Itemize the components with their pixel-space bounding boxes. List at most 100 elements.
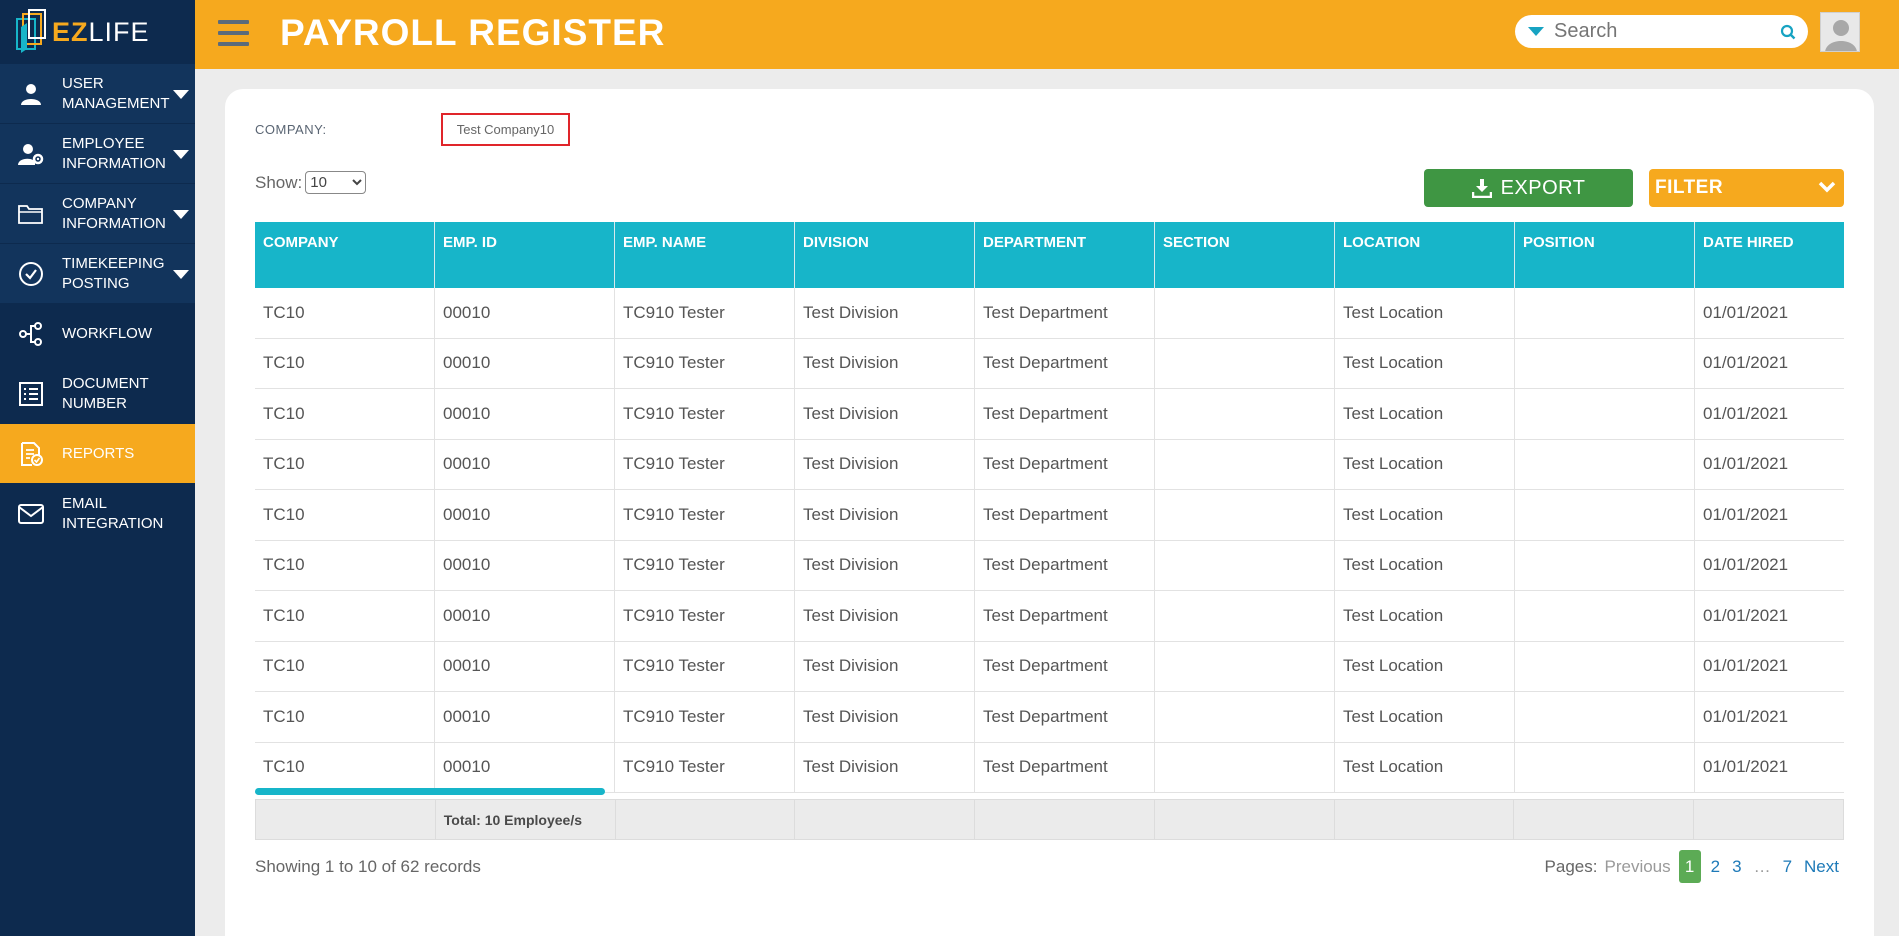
- table-cell: [1155, 641, 1335, 691]
- table-cell: Test Department: [975, 338, 1155, 388]
- table-cell: Test Department: [975, 540, 1155, 590]
- table-cell: Test Department: [975, 641, 1155, 691]
- table-cell: 01/01/2021: [1703, 454, 1789, 474]
- search-icon[interactable]: [1780, 24, 1796, 40]
- folder-icon: [18, 204, 43, 224]
- export-label: EXPORT: [1500, 176, 1586, 199]
- table-cell: TC910 Tester: [615, 692, 795, 742]
- table-cell: Test Division: [795, 641, 975, 691]
- sidebar-item-employee-information[interactable]: EMPLOYEE INFORMATION: [0, 124, 195, 184]
- page-link-2[interactable]: 2: [1711, 857, 1720, 877]
- table-cell: TC10: [255, 692, 435, 742]
- filter-label: FILTER: [1655, 177, 1724, 198]
- footer-cell: [616, 800, 796, 839]
- chevron-down-icon: [173, 210, 189, 219]
- page-link-1[interactable]: 1: [1678, 850, 1701, 883]
- table-cell: TC10: [255, 641, 435, 691]
- table-row[interactable]: TC10 00010 TC910 Tester Test Division Test D…: [255, 288, 1844, 339]
- sidebar-item-document-number[interactable]: DOCUMENT NUMBER: [0, 364, 195, 424]
- chevron-down-icon: [173, 90, 189, 99]
- table-cell: TC910 Tester: [615, 389, 795, 439]
- table-cell: [1515, 288, 1695, 338]
- page-size-select[interactable]: 10: [305, 171, 367, 194]
- footer-cell: [1694, 800, 1843, 839]
- table-cell: Test Department: [975, 591, 1155, 641]
- footer-cell: [1155, 800, 1335, 839]
- table-cell: [1515, 641, 1695, 691]
- sidebar-item-workflow[interactable]: WORKFLOW: [0, 304, 195, 364]
- table-cell: 00010: [435, 288, 615, 338]
- column-header-division[interactable]: DIVISION: [795, 222, 975, 288]
- table-cell: 00010: [435, 439, 615, 489]
- next-page-link[interactable]: Next: [1804, 857, 1839, 877]
- page-link-last[interactable]: 7: [1783, 857, 1792, 877]
- table-cell: [1155, 338, 1335, 388]
- column-header-location[interactable]: LOCATION: [1335, 222, 1515, 288]
- workflow-icon: [19, 321, 42, 346]
- sidebar-item-timekeeping-posting[interactable]: TIMEKEEPING POSTING: [0, 244, 195, 304]
- column-header-company[interactable]: COMPANY: [255, 222, 435, 288]
- table-row[interactable]: TC10 00010 TC910 Tester Test Division Test D…: [255, 540, 1844, 591]
- table-row[interactable]: TC10 00010 TC910 Tester Test Division Test D…: [255, 338, 1844, 389]
- table-cell: Test Location: [1335, 439, 1515, 489]
- column-header-emp-id[interactable]: EMP. ID: [435, 222, 615, 288]
- page-size-control: Show: 10: [255, 171, 367, 194]
- table-cell: Test Division: [795, 288, 975, 338]
- footer-cell: [1335, 800, 1515, 839]
- page-link-3[interactable]: 3: [1732, 857, 1741, 877]
- report-card: COMPANY: Test Company10 Show: 10 EXPORT …: [225, 89, 1874, 936]
- table-row[interactable]: TC10 00010 TC910 Tester Test Division Test D…: [255, 490, 1844, 541]
- sidebar-item-label: COMPANY INFORMATION: [62, 194, 166, 232]
- sidebar-item-company-information[interactable]: COMPANY INFORMATION: [0, 184, 195, 244]
- table-cell: Test Division: [795, 742, 975, 792]
- column-header-date-hired[interactable]: DATE HIRED: [1695, 222, 1844, 288]
- search-dropdown-icon[interactable]: [1528, 27, 1544, 36]
- horizontal-scrollbar[interactable]: [255, 788, 605, 795]
- avatar[interactable]: [1820, 12, 1860, 52]
- table-row[interactable]: TC10 00010 TC910 Tester Test Division Test D…: [255, 591, 1844, 642]
- hamburger-menu-icon[interactable]: [218, 20, 249, 47]
- table-cell: [1155, 692, 1335, 742]
- table-cell: Test Department: [975, 742, 1155, 792]
- document-list-icon: [19, 381, 43, 406]
- table-cell: TC10: [255, 742, 435, 792]
- sidebar-item-reports[interactable]: REPORTS: [0, 424, 195, 484]
- table-cell: 01/01/2021: [1703, 656, 1789, 676]
- table-cell: TC10: [255, 540, 435, 590]
- company-label: COMPANY:: [255, 122, 327, 137]
- table-cell: Test Location: [1335, 338, 1515, 388]
- sidebar-item-user-management[interactable]: USER MANAGEMENT: [0, 64, 195, 124]
- table-cell: TC10: [255, 490, 435, 540]
- logo-mark-icon: [16, 9, 46, 53]
- chevron-down-icon: [173, 150, 189, 159]
- table-cell: 00010: [435, 591, 615, 641]
- export-button[interactable]: EXPORT: [1424, 169, 1633, 207]
- column-header-position[interactable]: POSITION: [1515, 222, 1695, 288]
- column-header-department[interactable]: DEPARTMENT: [975, 222, 1155, 288]
- table-row[interactable]: TC10 00010 TC910 Tester Test Division Test D…: [255, 742, 1844, 793]
- show-label: Show:: [255, 172, 303, 192]
- table-cell: [1155, 389, 1335, 439]
- sidebar-item-label: USER MANAGEMENT: [62, 74, 170, 112]
- table-row[interactable]: TC10 00010 TC910 Tester Test Division Test D…: [255, 389, 1844, 440]
- table-cell: TC10: [255, 591, 435, 641]
- sidebar-item-label: TIMEKEEPING POSTING: [62, 254, 165, 292]
- table-cell: TC10: [255, 288, 435, 338]
- table-row[interactable]: TC10 00010 TC910 Tester Test Division Test D…: [255, 641, 1844, 692]
- table-row[interactable]: TC10 00010 TC910 Tester Test Division Test D…: [255, 692, 1844, 743]
- table-cell: Test Location: [1335, 288, 1515, 338]
- table-cell: TC910 Tester: [615, 338, 795, 388]
- search-input[interactable]: [1554, 20, 1774, 43]
- sidebar: EZLIFE USER MANAGEMENT EMPLOYEE INFORMAT…: [0, 0, 195, 936]
- app-logo[interactable]: EZLIFE: [0, 0, 195, 64]
- table-cell: [1155, 288, 1335, 338]
- sidebar-item-email-integration[interactable]: EMAIL INTEGRATION: [0, 484, 195, 544]
- table-row[interactable]: TC10 00010 TC910 Tester Test Division Test D…: [255, 439, 1844, 490]
- previous-page-link[interactable]: Previous: [1604, 857, 1670, 877]
- table-cell: [1515, 490, 1695, 540]
- table-cell: Test Division: [795, 338, 975, 388]
- table-cell: [1515, 389, 1695, 439]
- filter-button[interactable]: FILTER: [1649, 169, 1844, 207]
- column-header-emp-name[interactable]: EMP. NAME: [615, 222, 795, 288]
- column-header-section[interactable]: SECTION: [1155, 222, 1335, 288]
